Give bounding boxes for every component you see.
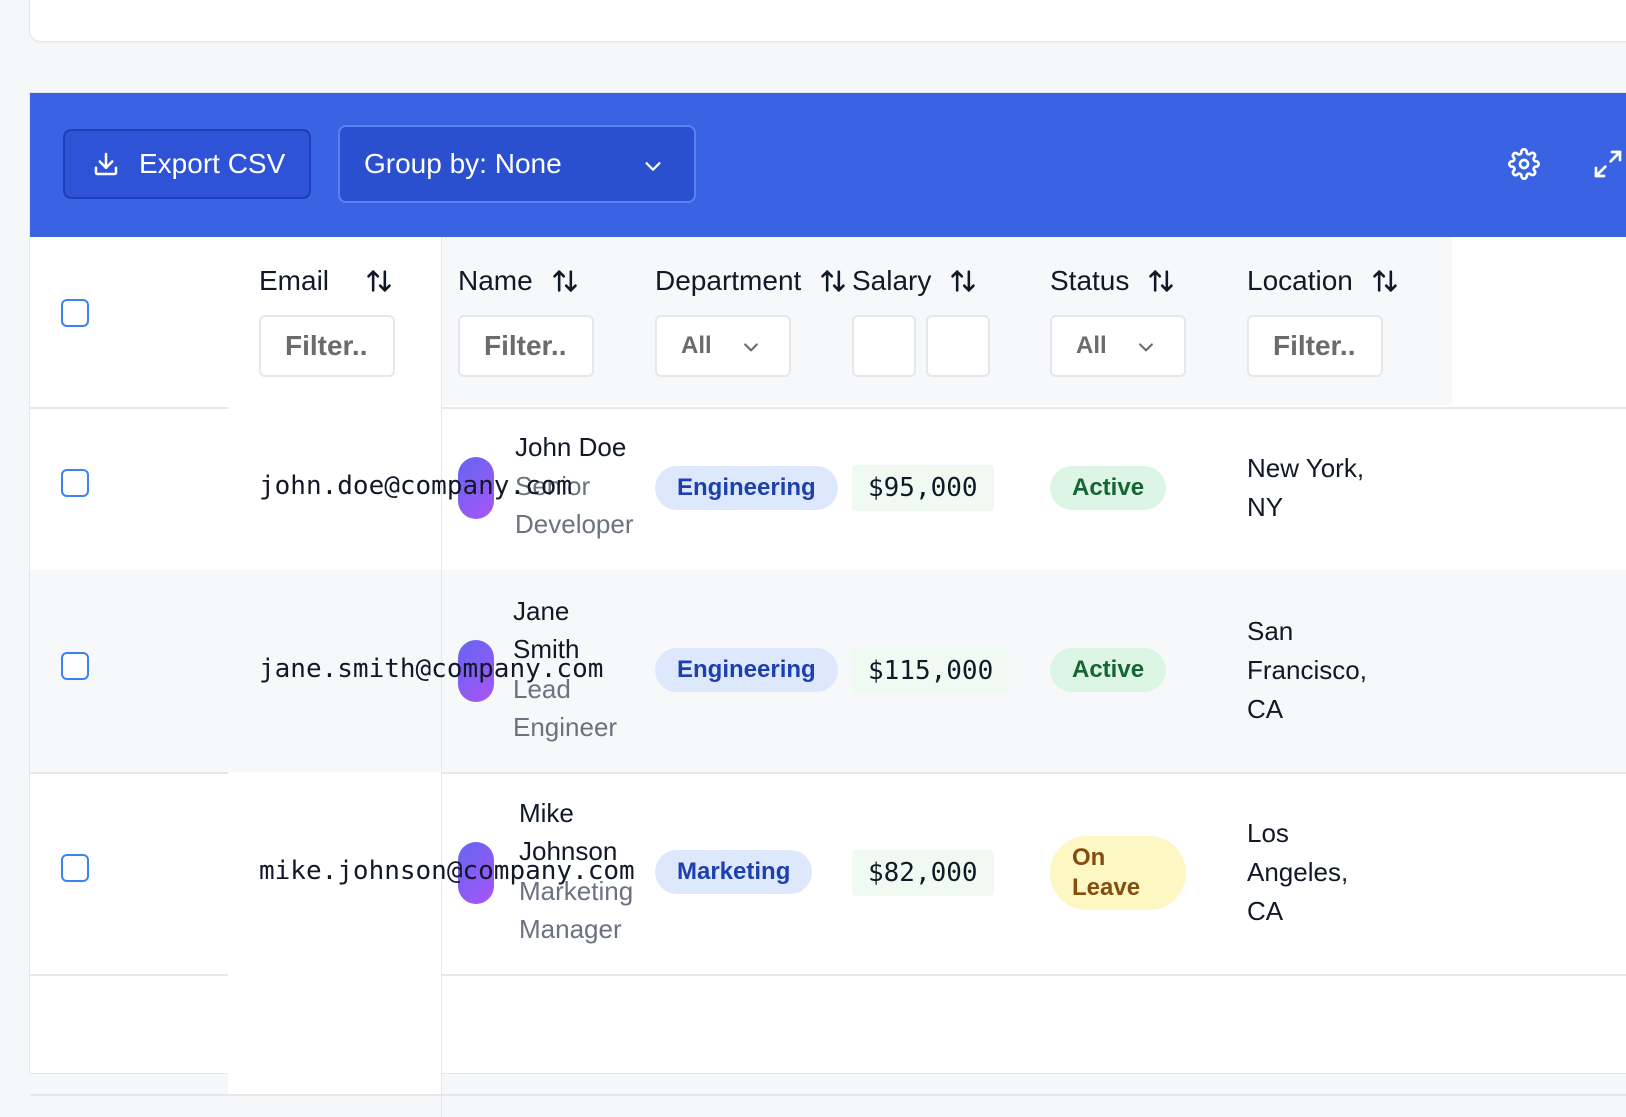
name-filter-input[interactable]: Filter.. bbox=[458, 315, 594, 377]
row-checkbox[interactable] bbox=[61, 469, 89, 497]
column-header-email[interactable]: Email bbox=[259, 265, 393, 297]
salary-min-input[interactable] bbox=[852, 315, 916, 377]
location-cell: Los Angeles, CA bbox=[1247, 818, 1349, 926]
sort-icon[interactable] bbox=[551, 267, 579, 295]
person-name: John Doe bbox=[515, 432, 627, 462]
table-row[interactable]: jane.smith@company.com Jane Smith Lead E… bbox=[30, 570, 1626, 774]
column-header-department[interactable]: Department bbox=[655, 265, 847, 297]
row-checkbox[interactable] bbox=[61, 854, 89, 882]
chevron-down-icon bbox=[1139, 343, 1153, 352]
table-row[interactable]: mike.johnson@company.com Mike Johnson Ma… bbox=[30, 772, 1626, 976]
chevron-down-icon bbox=[744, 343, 758, 352]
salary-max-input[interactable] bbox=[926, 315, 990, 377]
sort-icon[interactable] bbox=[365, 267, 393, 295]
export-csv-button[interactable]: Export CSV bbox=[63, 129, 311, 199]
row-checkbox[interactable] bbox=[61, 652, 89, 680]
status-badge: Active bbox=[1050, 466, 1167, 510]
location-filter-input[interactable]: Filter.. bbox=[1247, 315, 1383, 377]
table-row[interactable] bbox=[30, 974, 1626, 1096]
chevron-down-icon bbox=[645, 162, 661, 171]
column-header-status[interactable]: Status bbox=[1050, 265, 1175, 297]
table-header: Email Name Department Salary Status Loca… bbox=[30, 237, 1626, 409]
expand-icon[interactable] bbox=[1592, 148, 1624, 180]
sort-icon[interactable] bbox=[1147, 267, 1175, 295]
location-cell: New York, NY bbox=[1247, 453, 1365, 522]
gear-icon[interactable] bbox=[1508, 148, 1540, 180]
sort-icon[interactable] bbox=[1371, 267, 1399, 295]
salary-cell: $95,000 bbox=[852, 465, 994, 511]
sort-icon[interactable] bbox=[819, 267, 847, 295]
email-filter-input[interactable]: Filter.. bbox=[259, 315, 395, 377]
group-by-label: Group by: None bbox=[364, 148, 562, 179]
sort-icon[interactable] bbox=[949, 267, 977, 295]
email-cell: mike.johnson@company.com bbox=[259, 856, 635, 886]
location-cell: San Francisco, CA bbox=[1247, 616, 1367, 724]
export-csv-label: Export CSV bbox=[139, 148, 286, 179]
salary-cell: $115,000 bbox=[852, 648, 1010, 694]
status-filter-select[interactable]: All bbox=[1050, 315, 1186, 377]
column-header-location[interactable]: Location bbox=[1247, 265, 1399, 297]
salary-cell: $82,000 bbox=[852, 850, 994, 896]
column-header-name[interactable]: Name bbox=[458, 265, 579, 297]
data-table-panel: Export CSV Group by: None Email Name Dep… bbox=[29, 92, 1626, 1117]
department-filter-select[interactable]: All bbox=[655, 315, 791, 377]
group-by-select[interactable]: Group by: None bbox=[338, 125, 696, 203]
download-icon bbox=[94, 152, 118, 176]
top-card bbox=[29, 0, 1626, 42]
select-all-checkbox[interactable] bbox=[61, 299, 89, 327]
status-badge: On Leave bbox=[1050, 836, 1186, 910]
status-badge: Active bbox=[1050, 648, 1167, 692]
email-cell: jane.smith@company.com bbox=[259, 654, 604, 684]
email-cell: john.doe@company.com bbox=[259, 471, 573, 501]
table-toolbar: Export CSV Group by: None bbox=[30, 93, 1626, 237]
department-badge: Marketing bbox=[655, 850, 813, 894]
column-header-salary[interactable]: Salary bbox=[852, 265, 977, 297]
department-badge: Engineering bbox=[655, 466, 838, 510]
department-badge: Engineering bbox=[655, 648, 838, 692]
table-row[interactable]: john.doe@company.com John Doe Senior Dev… bbox=[30, 407, 1626, 572]
